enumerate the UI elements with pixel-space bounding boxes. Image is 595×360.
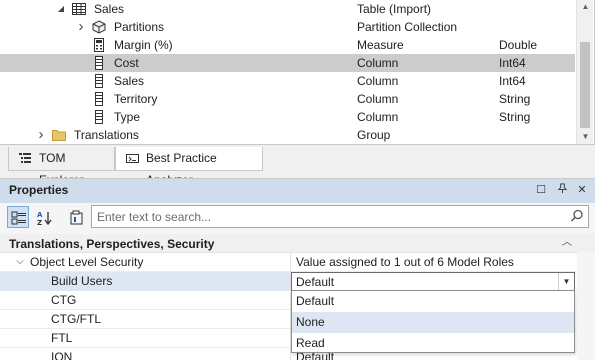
tom-tree[interactable]: ◢ Sales Table (Import) › Partitions Partition… (0, 0, 595, 145)
chevron-right-icon[interactable]: › (75, 18, 87, 36)
property-grid-scrollbar[interactable] (577, 252, 595, 360)
property-name: ION (51, 350, 73, 360)
column-divider (290, 253, 291, 272)
tree-item-name: Translations (74, 128, 139, 142)
search-icon[interactable] (570, 209, 584, 223)
measure-icon (92, 38, 106, 52)
column-icon (92, 74, 106, 88)
table-icon (72, 2, 86, 16)
category-row[interactable]: Translations, Perspectives, Security ︿ (0, 234, 595, 253)
partitions-icon (92, 20, 106, 34)
property-name: CTG (51, 293, 77, 307)
tree-item-type: Column (357, 74, 399, 88)
dropdown-value: Default (296, 275, 335, 289)
chevron-down-icon[interactable]: ⌵ (14, 253, 26, 272)
tree-item-name: Cost (114, 56, 139, 70)
tree-row[interactable]: › Partitions Partition Collection (0, 18, 575, 36)
property-value[interactable]: Value assigned to 1 out of 6 Model Roles (296, 253, 514, 272)
tree-row[interactable]: Margin (%) Measure Double (0, 36, 575, 54)
column-icon (92, 92, 106, 106)
property-pages-icon (70, 210, 83, 225)
properties-title: Properties (9, 183, 69, 197)
dropdown-option[interactable]: Read (292, 333, 574, 354)
tree-item-datatype: Int64 (499, 74, 526, 88)
tree-scrollbar[interactable]: ▲ ▼ (576, 0, 594, 144)
tom-explorer-icon (19, 153, 31, 163)
chevron-down-icon[interactable]: ▼ (558, 273, 574, 290)
pin-icon[interactable] (555, 183, 569, 197)
tree-scroll-thumb[interactable] (580, 42, 590, 128)
tree-item-datatype: Int64 (499, 56, 526, 70)
tree-item-datatype: String (499, 92, 531, 106)
tree-item-name: Partitions (114, 20, 165, 34)
properties-toolbar: A Z (0, 203, 595, 231)
chevron-up-icon[interactable]: ︿ (560, 235, 574, 251)
property-row[interactable]: ⌵ Object Level Security Value assigned to … (0, 253, 595, 272)
chevron-right-icon[interactable]: › (35, 126, 47, 144)
tree-row[interactable]: Territory Column String (0, 90, 575, 108)
scroll-down-icon[interactable]: ▼ (577, 130, 594, 144)
property-name: FTL (51, 331, 73, 345)
tree-item-type: Column (357, 56, 399, 70)
maximize-icon[interactable]: ☐ (534, 183, 548, 197)
tree-item-type: Table (Import) (357, 2, 432, 16)
tree-row[interactable]: › Translations Group (0, 126, 575, 144)
tree-row[interactable]: ◢ Sales Table (Import) (0, 0, 575, 18)
property-name: Object Level Security (30, 255, 144, 269)
property-name: CTG/FTL (51, 312, 101, 326)
column-icon (92, 56, 106, 70)
tree-item-type: Column (357, 92, 399, 106)
alphabetical-icon: A Z (37, 211, 52, 226)
alphabetical-button[interactable]: A Z (32, 206, 54, 228)
build-users-dropdown[interactable]: Default ▼ (291, 272, 575, 291)
tree-item-type: Column (357, 110, 399, 124)
tree-item-name: Sales (94, 2, 125, 16)
properties-header: Properties ☐ ✕ (0, 179, 595, 203)
tree-item-datatype: Double (499, 38, 538, 52)
tree-item-name: Margin (%) (114, 38, 173, 52)
folder-icon (52, 128, 66, 142)
column-icon (92, 110, 106, 124)
scroll-up-icon[interactable]: ▲ (577, 0, 594, 14)
dropdown-option[interactable]: None (292, 312, 574, 333)
dropdown-list[interactable]: Default None Read (291, 290, 575, 353)
bpa-icon (126, 154, 139, 163)
tree-item-name: Sales (114, 74, 145, 88)
close-icon[interactable]: ✕ (575, 183, 589, 197)
categorized-button[interactable] (7, 206, 29, 228)
svg-text:Z: Z (37, 219, 42, 226)
tab-tom-explorer[interactable]: TOM Explorer (8, 147, 115, 187)
tree-item-type: Partition Collection (357, 20, 458, 34)
tree-item-type: Measure (357, 38, 404, 52)
search-input[interactable] (92, 206, 562, 227)
tree-item-datatype: String (499, 110, 531, 124)
category-label: Translations, Perspectives, Security (9, 237, 215, 251)
tree-row[interactable]: Sales Column Int64 (0, 72, 575, 90)
property-search-box[interactable] (91, 205, 589, 228)
selected-row-highlight (0, 272, 290, 291)
tree-row[interactable]: Type Column String (0, 108, 575, 126)
tree-item-name: Territory (114, 92, 158, 106)
chevron-expanded-icon[interactable]: ◢ (55, 0, 67, 18)
bottom-tab-strip: TOM Explorer Best Practice Analyzer (0, 145, 595, 187)
property-name: Build Users (51, 274, 113, 288)
property-pages-button[interactable] (65, 206, 87, 228)
dropdown-option[interactable]: Default (292, 291, 574, 312)
tree-row[interactable]: Cost Column Int64 (0, 54, 575, 72)
tree-item-name: Type (114, 110, 141, 124)
svg-text:A: A (37, 211, 43, 219)
tab-best-practice-analyzer[interactable]: Best Practice Analyzer (115, 147, 263, 187)
categorized-icon (11, 211, 26, 225)
tree-item-type: Group (357, 128, 391, 142)
